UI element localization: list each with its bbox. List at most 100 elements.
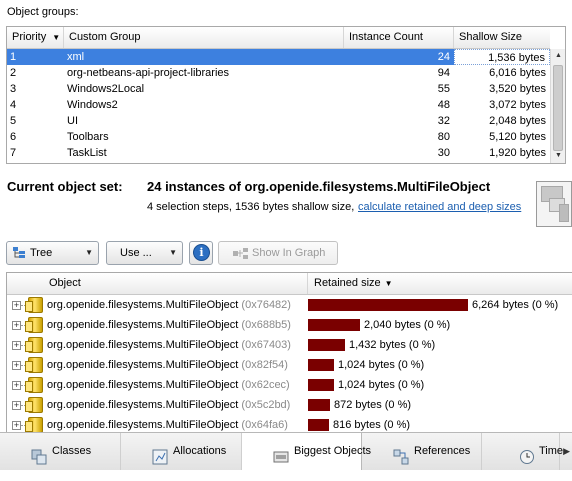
object-address: (0x67403) [241,339,291,351]
info-button[interactable]: i [189,241,213,265]
group-row[interactable]: 2 org-netbeans-api-project-libraries 94 6,0… [7,65,550,81]
cell-custom-group: xml [67,51,85,63]
tree-icon [13,247,25,258]
cell-instance-count: 24 [437,51,450,63]
allocations-icon [152,444,168,465]
expand-icon[interactable]: + [12,301,21,310]
groups-table-header: Priority ▼ Custom Group Instance Count S… [7,27,550,49]
object-row[interactable]: + org.openide.filesystems.MultiFileObject… [7,375,572,395]
objects-tree-table[interactable]: Object Retained size ▼ + org.openide.files… [6,272,572,432]
instance-icon [25,317,43,333]
group-row[interactable]: 3 Windows2Local 55 3,520 bytes [7,81,550,97]
retained-size-bar [308,359,334,371]
scroll-up-arrow-icon[interactable]: ▲ [551,49,565,63]
current-set-title: Current object set: [7,179,123,194]
tab-allocations[interactable]: Allocations [121,433,242,470]
object-address: (0x82f54) [241,359,288,371]
retained-size-value: 1,432 bytes (0 %) [349,339,436,351]
sort-desc-icon: ▼ [384,279,393,288]
cell-instance-count: 80 [437,131,450,143]
object-name: org.openide.filesystems.MultiFileObject … [47,315,291,335]
column-instance-count[interactable]: Instance Count [344,27,454,48]
cell-priority: 7 [10,147,17,159]
biggest-objects-icon [273,444,289,463]
info-icon: i [193,244,210,261]
column-object[interactable]: Object [43,273,308,294]
cell-instance-count: 32 [437,115,450,127]
group-row[interactable]: 5 UI 32 2,048 bytes [7,113,550,129]
object-class: org.openide.filesystems.MultiFileObject [47,379,239,391]
object-row[interactable]: + org.openide.filesystems.MultiFileObject… [7,395,572,415]
object-row[interactable]: + org.openide.filesystems.MultiFileObject… [7,295,572,315]
expand-icon[interactable]: + [12,321,21,330]
group-row[interactable]: 6 Toolbars 80 5,120 bytes [7,129,550,145]
cell-custom-group: TaskList [67,147,107,159]
object-row[interactable]: + org.openide.filesystems.MultiFileObject… [7,315,572,335]
retained-size-bar [308,419,329,431]
show-in-graph-button[interactable]: Show In Graph [218,241,338,265]
expand-icon[interactable]: + [12,341,21,350]
instance-icon [25,357,43,373]
groups-vertical-scrollbar[interactable]: ▲ ▼ [550,49,565,163]
column-priority-label: Priority [12,31,47,43]
object-row[interactable]: + org.openide.filesystems.MultiFileObject… [7,335,572,355]
expand-icon[interactable]: + [12,361,21,370]
cell-instance-count: 48 [437,99,450,111]
column-shallow-size[interactable]: Shallow Size [454,27,550,48]
cell-custom-group: org-netbeans-api-project-libraries [67,67,230,79]
retained-size-value: 1,024 bytes (0 %) [338,359,425,371]
expand-icon[interactable]: + [12,401,21,410]
references-icon [393,444,409,465]
tab-label: Biggest Objects [294,445,372,457]
object-groups-label: Object groups: [7,6,79,18]
chevron-down-icon: ▼ [85,248,93,257]
group-row[interactable]: 4 Windows2 48 3,072 bytes [7,97,550,113]
calculate-sizes-link[interactable]: calculate retained and deep sizes [358,201,521,213]
object-name: org.openide.filesystems.MultiFileObject … [47,295,291,315]
graph-thumbnail[interactable] [536,181,572,227]
object-class: org.openide.filesystems.MultiFileObject [47,399,239,411]
cell-priority: 4 [10,99,17,111]
column-custom-group[interactable]: Custom Group [64,27,344,48]
object-address: (0x64fa6) [241,419,288,431]
tab-biggest-objects[interactable]: Biggest Objects [241,433,371,470]
instance-icon [25,297,43,313]
cell-custom-group: Windows2 [67,99,118,111]
tab-references[interactable]: References [362,433,482,470]
scroll-down-arrow-icon[interactable]: ▼ [551,149,565,163]
cell-instance-count: 94 [437,67,450,79]
tab-classes[interactable]: Classes [0,433,121,470]
cell-shallow-size: 1,920 bytes [489,147,546,159]
cell-shallow-size: 1,536 bytes [454,49,550,65]
object-row[interactable]: + org.openide.filesystems.MultiFileObject… [7,415,572,432]
use-dropdown[interactable]: Use ... ▼ [106,241,183,265]
tab-time[interactable]: Time [482,433,563,470]
expand-icon[interactable]: + [12,421,21,430]
retained-size-value: 872 bytes (0 %) [334,399,412,411]
retained-size-value: 6,264 bytes (0 %) [472,299,559,311]
instance-icon [25,337,43,353]
instance-icon [25,397,43,413]
object-name: org.openide.filesystems.MultiFileObject … [47,335,291,355]
tab-label: References [414,445,471,457]
cell-custom-group: Windows2Local [67,83,145,95]
object-row[interactable]: + org.openide.filesystems.MultiFileObject… [7,355,572,375]
cell-shallow-size: 2,048 bytes [489,115,546,127]
group-row[interactable]: 7 TaskList 30 1,920 bytes [7,145,550,161]
group-row[interactable]: 1 xml 24 1,536 bytes [7,49,550,65]
instance-icon [25,417,43,432]
cell-priority: 2 [10,67,17,79]
cell-priority: 1 [10,51,17,63]
tabs-scroll-right-icon[interactable]: ▶ [563,433,570,470]
retained-size-bar [308,379,334,391]
cell-shallow-size: 5,120 bytes [489,131,546,143]
retained-size-bar [308,319,360,331]
column-priority[interactable]: Priority ▼ [7,27,64,48]
cell-instance-count: 30 [437,147,450,159]
scroll-thumb[interactable] [553,65,563,151]
column-retained-size[interactable]: Retained size ▼ [308,273,572,294]
cell-shallow-size: 3,072 bytes [489,99,546,111]
tree-view-dropdown[interactable]: Tree ▼ [6,241,99,265]
expand-icon[interactable]: + [12,381,21,390]
object-groups-table[interactable]: Priority ▼ Custom Group Instance Count S… [6,26,566,164]
